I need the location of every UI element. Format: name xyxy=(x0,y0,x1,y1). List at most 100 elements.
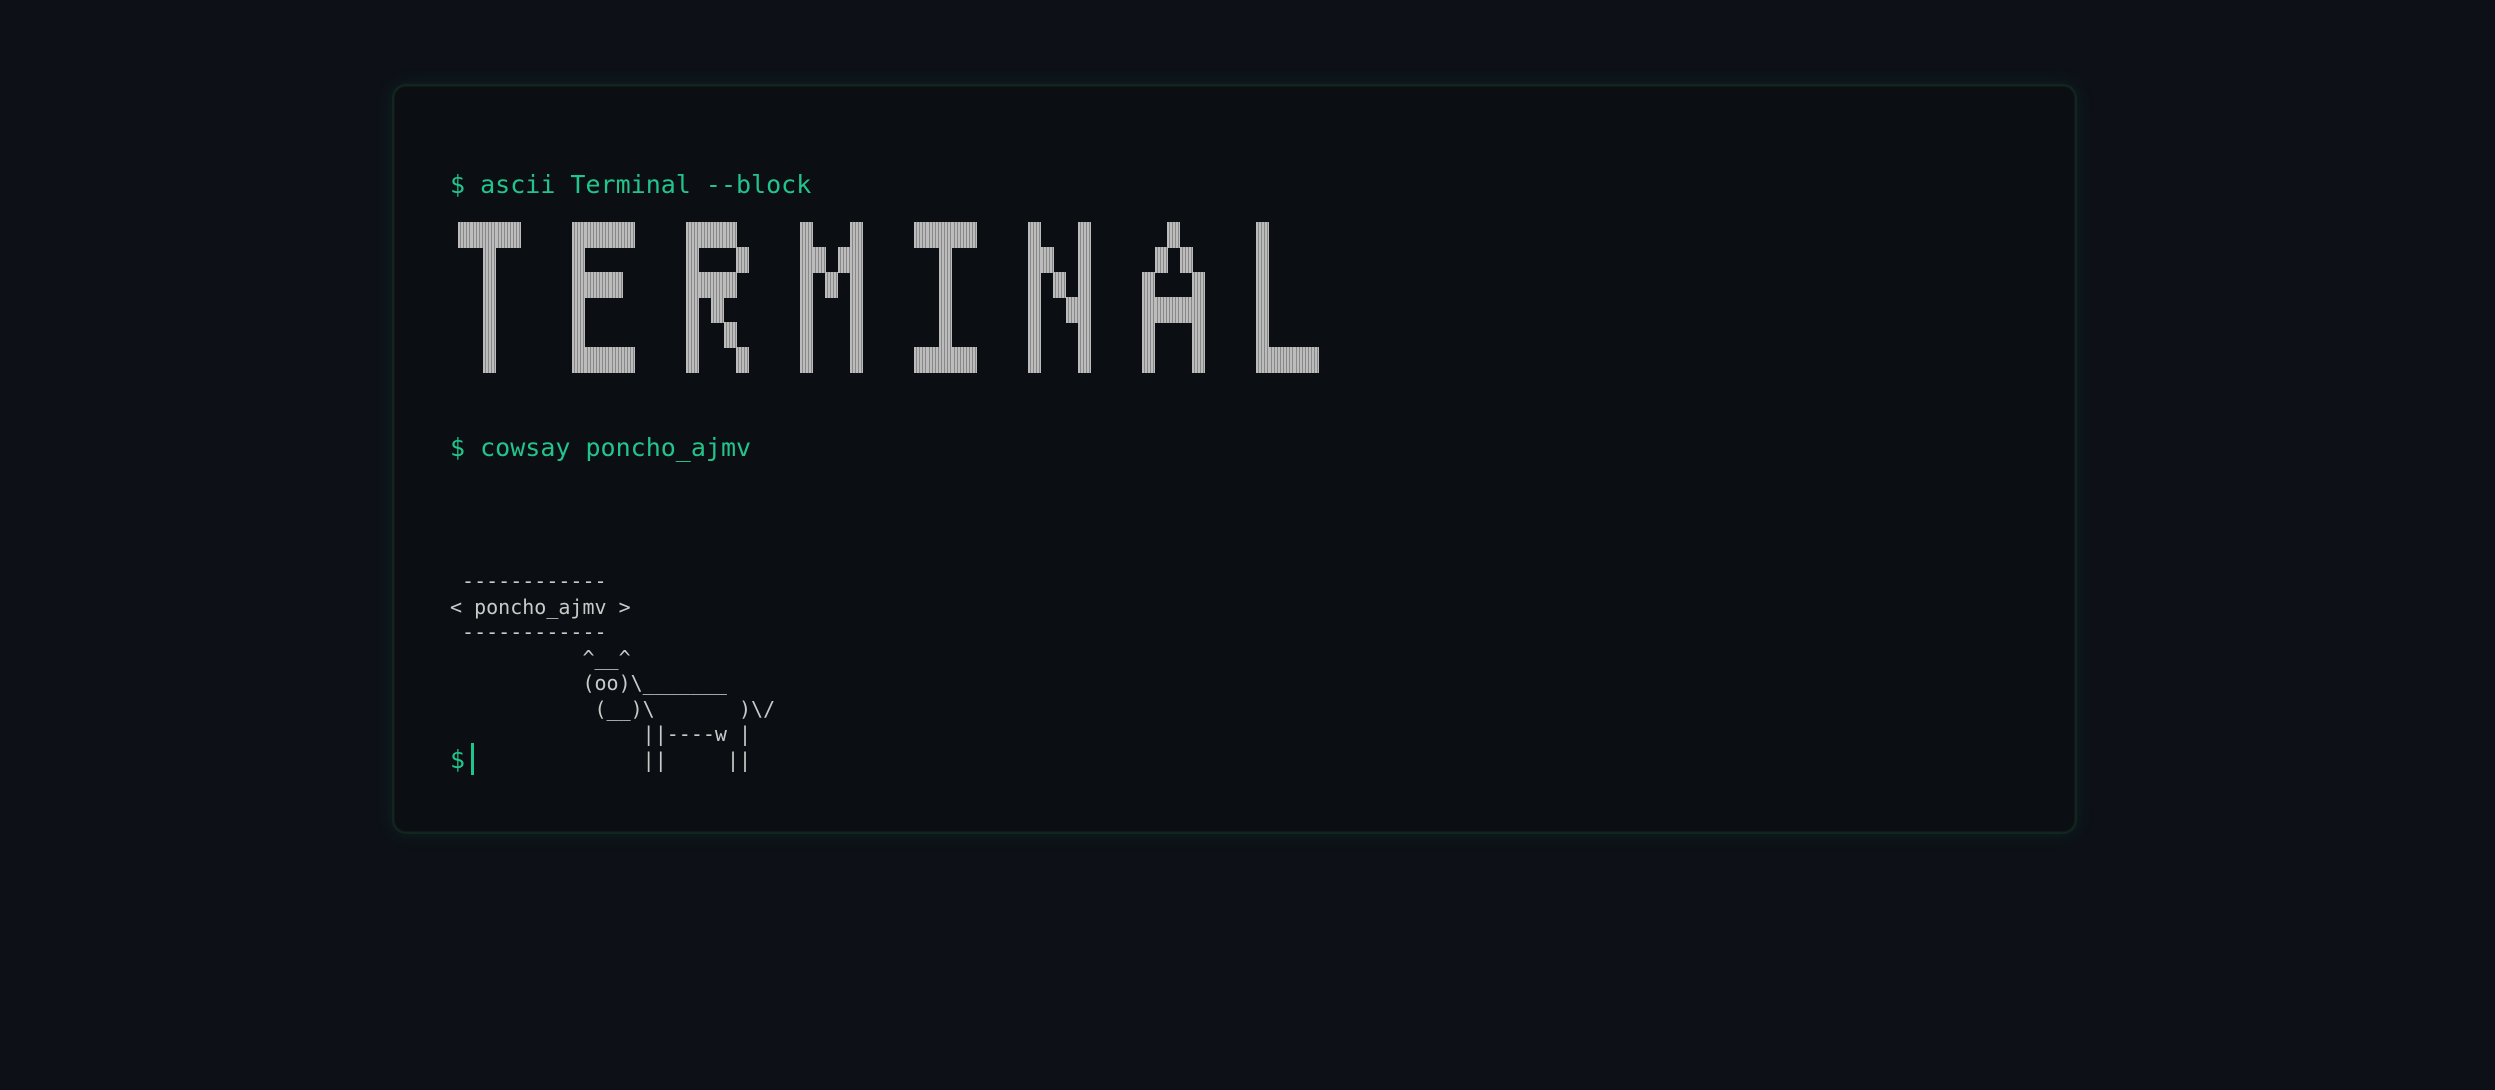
banner-block xyxy=(711,222,725,248)
banner-letter-m xyxy=(800,222,864,373)
banner-block xyxy=(926,222,940,248)
banner-block xyxy=(964,347,978,373)
banner-block xyxy=(1192,347,1206,373)
banner-block xyxy=(914,347,928,373)
banner-block xyxy=(572,222,586,248)
banner-block xyxy=(495,222,509,248)
banner-block xyxy=(1142,272,1156,298)
banner-block xyxy=(939,222,953,248)
banner-block xyxy=(698,272,712,298)
banner-block xyxy=(584,222,598,248)
command-line-cowsay: $ cowsay poncho_ajmv xyxy=(450,431,751,465)
banner-block xyxy=(609,347,623,373)
banner-block xyxy=(1078,247,1092,273)
banner-letter-n xyxy=(1028,222,1092,373)
banner-letter-e xyxy=(572,222,636,373)
command-line-ascii: $ ascii Terminal --block xyxy=(450,168,811,202)
banner-block xyxy=(1142,297,1156,323)
text-cursor xyxy=(471,743,475,775)
banner-letter-l xyxy=(1256,222,1320,373)
banner-block xyxy=(483,322,497,348)
banner-block xyxy=(622,347,636,373)
banner-block xyxy=(723,272,737,298)
banner-block xyxy=(1256,322,1270,348)
banner-block xyxy=(1192,272,1206,298)
banner-letter-i xyxy=(914,222,978,373)
banner-block xyxy=(951,222,965,248)
banner-block xyxy=(939,272,953,298)
banner-block xyxy=(686,322,700,348)
banner-block xyxy=(800,347,814,373)
banner-block xyxy=(572,297,586,323)
banner-block xyxy=(686,297,700,323)
banner-block xyxy=(850,297,864,323)
banner-block xyxy=(939,297,953,323)
banner-block xyxy=(686,222,700,248)
banner-block xyxy=(711,272,725,298)
banner-block xyxy=(1078,347,1092,373)
banner-block xyxy=(483,247,497,273)
banner-block xyxy=(800,272,814,298)
banner-block xyxy=(850,347,864,373)
banner-block xyxy=(572,322,586,348)
banner-block xyxy=(572,247,586,273)
banner-block xyxy=(939,322,953,348)
banner-block xyxy=(686,347,700,373)
banner-block xyxy=(1142,347,1156,373)
banner-block xyxy=(1028,347,1042,373)
banner-block xyxy=(850,247,864,273)
banner-block xyxy=(584,347,598,373)
banner-block xyxy=(483,222,497,248)
banner-block xyxy=(584,272,598,298)
banner-block xyxy=(800,222,814,248)
banner-block xyxy=(914,222,928,248)
banner-block xyxy=(825,272,839,298)
command-text: ascii Terminal --block xyxy=(480,170,812,199)
banner-block xyxy=(1256,272,1270,298)
banner-block xyxy=(1281,347,1295,373)
banner-block xyxy=(1256,347,1270,373)
banner-block xyxy=(1154,297,1168,323)
banner-block xyxy=(939,247,953,273)
banner-block xyxy=(1065,297,1079,323)
banner-block xyxy=(1078,297,1092,323)
active-prompt[interactable]: $ xyxy=(450,743,475,777)
banner-block xyxy=(837,247,851,273)
banner-block xyxy=(1179,247,1193,273)
banner-block xyxy=(597,222,611,248)
banner-block xyxy=(800,297,814,323)
banner-block xyxy=(470,222,484,248)
banner-block xyxy=(850,272,864,298)
banner-block xyxy=(1028,322,1042,348)
banner-block xyxy=(1192,297,1206,323)
terminal-window[interactable]: $ ascii Terminal --block $ cowsay poncho… xyxy=(392,84,2077,834)
banner-block xyxy=(1028,222,1042,248)
banner-block xyxy=(1028,272,1042,298)
prompt-symbol: $ xyxy=(450,745,466,774)
banner-block xyxy=(736,247,750,273)
banner-letter-a xyxy=(1142,222,1206,373)
banner-block xyxy=(850,222,864,248)
banner-block xyxy=(597,347,611,373)
banner-block xyxy=(850,322,864,348)
cowsay-output: ------------ < poncho_ajmv > -----------… xyxy=(450,569,776,772)
banner-block xyxy=(1078,322,1092,348)
banner-block xyxy=(736,347,750,373)
ascii-banner-terminal xyxy=(458,222,1338,462)
banner-block xyxy=(723,222,737,248)
banner-block xyxy=(1293,347,1307,373)
banner-block xyxy=(1040,247,1054,273)
banner-block xyxy=(1154,247,1168,273)
banner-block xyxy=(698,222,712,248)
banner-block xyxy=(483,347,497,373)
banner-letter-r xyxy=(686,222,750,373)
banner-block xyxy=(458,222,472,248)
banner-block xyxy=(483,272,497,298)
banner-block xyxy=(1306,347,1320,373)
banner-block xyxy=(926,347,940,373)
banner-block xyxy=(1179,297,1193,323)
banner-block xyxy=(1078,222,1092,248)
banner-block xyxy=(597,272,611,298)
prompt-symbol: $ xyxy=(450,170,466,199)
banner-block xyxy=(1028,247,1042,273)
